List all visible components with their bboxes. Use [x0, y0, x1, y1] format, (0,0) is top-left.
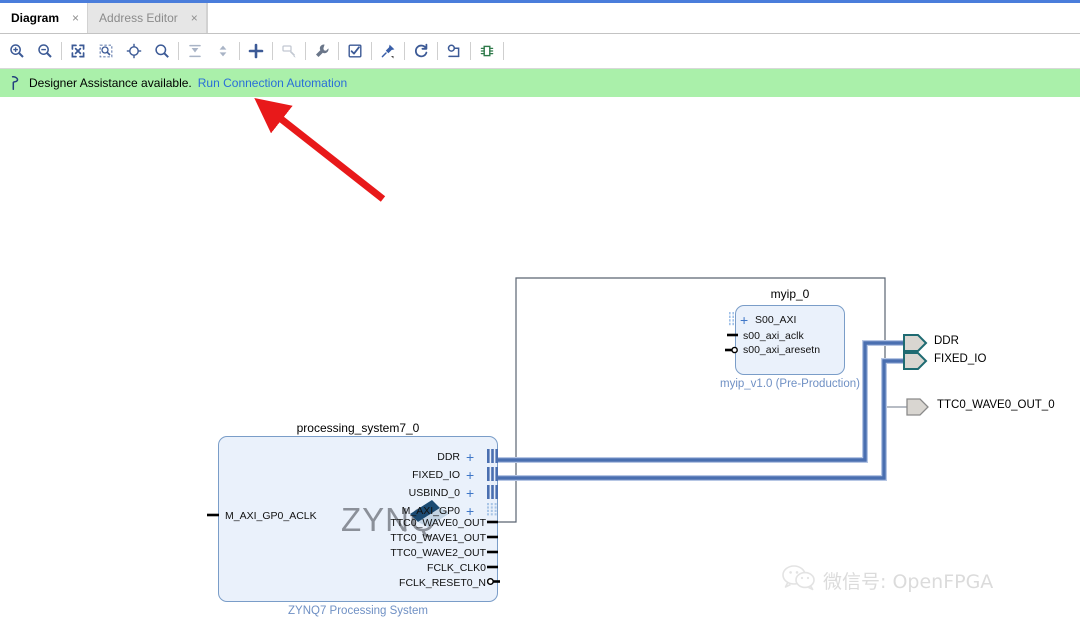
- wechat-icon: [782, 565, 816, 596]
- pin-flag-icon: [9, 76, 22, 90]
- port-label-s00-axi-aresetn: s00_axi_aresetn: [743, 345, 820, 356]
- toolbar-separator: [239, 42, 240, 60]
- external-port-label-ttc0-wave0-out-0: TTC0_WAVE0_OUT_0: [937, 399, 1055, 411]
- port-label-ttc0-wave1-out: TTC0_WAVE1_OUT: [300, 533, 486, 544]
- port-label-m-axi-gp0: M_AXI_GP0: [300, 506, 460, 517]
- pin-icon[interactable]: [374, 37, 402, 65]
- external-port-ddr-icon[interactable]: [903, 333, 929, 353]
- processing-system7-0-title: processing_system7_0: [218, 421, 498, 435]
- port-label-fclk-reset0-n: FCLK_RESET0_N: [300, 578, 486, 589]
- port-label-ttc0-wave0-out: TTC0_WAVE0_OUT: [300, 518, 486, 529]
- run-connection-automation-link[interactable]: Run Connection Automation: [198, 76, 347, 90]
- port-label-s00-axi: S00_AXI: [755, 315, 796, 326]
- fixed-io-expander[interactable]: +: [466, 468, 474, 482]
- tab-address-editor-close-icon[interactable]: ×: [191, 12, 198, 24]
- usbind-0-bus-connector-icon: [487, 485, 501, 500]
- ttc0-wave1-out-pin-icon: [487, 533, 501, 541]
- vivado-block-design-window: Diagram × Address Editor ×: [0, 0, 1080, 633]
- external-port-label-ddr: DDR: [934, 335, 959, 347]
- search-icon[interactable]: [148, 37, 176, 65]
- ttc0-wave2-out-pin-icon: [487, 548, 501, 556]
- ttc0-wave0-out-pin-icon: [487, 518, 501, 526]
- external-port-label-fixed-io: FIXED_IO: [934, 353, 986, 365]
- expand-all-icon[interactable]: [209, 37, 237, 65]
- fclk-clk0-pin-icon: [487, 563, 501, 571]
- validate-check-icon[interactable]: [341, 37, 369, 65]
- tab-address-editor-label: Address Editor: [99, 11, 178, 25]
- add-ip-icon[interactable]: [242, 37, 270, 65]
- fclk-reset0-n-pin-icon: [487, 576, 505, 587]
- port-label-usbind-0: USBIND_0: [300, 488, 460, 499]
- toolbar-separator: [503, 42, 504, 60]
- usbind-0-expander[interactable]: +: [466, 486, 474, 500]
- m-axi-gp0-expander[interactable]: +: [466, 504, 474, 518]
- external-port-ttc0-wave0-out-0-icon[interactable]: [906, 397, 932, 417]
- s00-axi-expander[interactable]: +: [740, 313, 748, 327]
- tab-diagram[interactable]: Diagram ×: [0, 3, 87, 33]
- zoom-area-icon[interactable]: [92, 37, 120, 65]
- toolbar-separator: [437, 42, 438, 60]
- toolbar-separator: [61, 42, 62, 60]
- s00-axi-bus-connector-icon: [728, 312, 740, 326]
- tab-diagram-label: Diagram: [11, 11, 59, 25]
- port-label-fixed-io: FIXED_IO: [300, 470, 460, 481]
- toolbar-separator: [338, 42, 339, 60]
- myip-0-group: myip_0: [690, 287, 890, 301]
- tab-diagram-close-icon[interactable]: ×: [72, 12, 79, 24]
- fixed-io-bus-connector-icon: [487, 467, 501, 482]
- ddr-expander[interactable]: +: [466, 450, 474, 464]
- zoom-selection-icon[interactable]: [120, 37, 148, 65]
- zoom-fit-icon[interactable]: [64, 37, 92, 65]
- regenerate-layout-icon[interactable]: [407, 37, 435, 65]
- edit-pencil-icon: [275, 37, 303, 65]
- block-design-canvas[interactable]: myip_0 + S00_AXI s00_axi_aclk s00_axi_ar…: [0, 97, 1080, 633]
- m-axi-gp0-aclk-pin-icon: [207, 511, 221, 519]
- collapse-all-icon[interactable]: [181, 37, 209, 65]
- banner-message: Designer Assistance available.: [29, 76, 192, 90]
- toolbar-separator: [272, 42, 273, 60]
- port-label-fclk-clk0: FCLK_CLK0: [300, 563, 486, 574]
- customize-wrench-icon[interactable]: [308, 37, 336, 65]
- toolbar-separator: [305, 42, 306, 60]
- tab-address-editor[interactable]: Address Editor ×: [87, 3, 207, 33]
- toolbar-separator: [178, 42, 179, 60]
- myip-0-title: myip_0: [690, 287, 890, 301]
- designer-assistance-banner: Designer Assistance available. Run Conne…: [0, 69, 1080, 97]
- s00-axi-aclk-pin-icon: [727, 331, 741, 339]
- ddr-bus-connector-icon: [487, 449, 501, 464]
- diagram-toolbar: [0, 34, 1080, 69]
- zoom-in-icon[interactable]: [3, 37, 31, 65]
- port-label-s00-axi-aclk: s00_axi_aclk: [743, 331, 804, 342]
- tab-bar-filler: [207, 3, 1080, 33]
- toolbar-separator: [371, 42, 372, 60]
- watermark: 微信号: OpenFPGA: [782, 565, 993, 596]
- toolbar-separator: [404, 42, 405, 60]
- port-label-ttc0-wave2-out: TTC0_WAVE2_OUT: [300, 548, 486, 559]
- external-port-fixed-io-icon[interactable]: [903, 351, 929, 371]
- myip-0-subtitle: myip_v1.0 (Pre-Production): [690, 378, 890, 390]
- watermark-text: 微信号: OpenFPGA: [823, 567, 993, 594]
- port-label-ddr: DDR: [300, 452, 460, 463]
- zoom-out-icon[interactable]: [31, 37, 59, 65]
- m-axi-gp0-bus-connector-icon: [487, 503, 501, 518]
- tab-bar: Diagram × Address Editor ×: [0, 3, 1080, 34]
- processing-system7-0-subtitle: ZYNQ7 Processing System: [218, 605, 498, 617]
- s00-axi-aresetn-pin-icon: [725, 345, 741, 355]
- optimize-routing-icon[interactable]: [440, 37, 468, 65]
- toolbar-separator: [470, 42, 471, 60]
- hierarchy-icon[interactable]: [473, 37, 501, 65]
